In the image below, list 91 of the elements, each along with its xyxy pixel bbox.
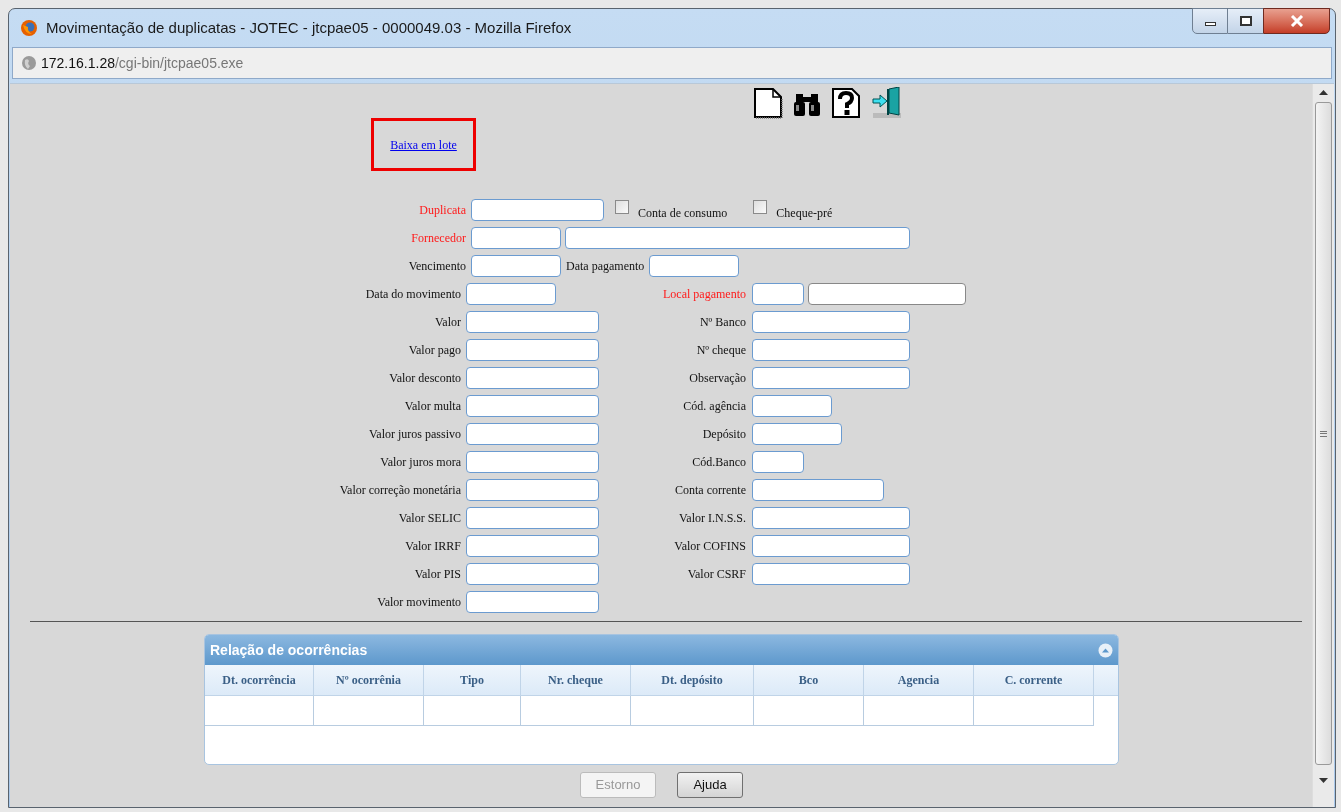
scrollbar[interactable] <box>1312 84 1334 807</box>
column-header: Agencia <box>864 665 974 695</box>
input-field[interactable] <box>808 283 966 305</box>
input-field[interactable] <box>466 563 599 585</box>
exit-door-icon[interactable] <box>871 87 903 119</box>
input-field[interactable] <box>752 479 884 501</box>
input-field[interactable] <box>752 535 910 557</box>
field-label: Valor CSRF <box>687 566 746 583</box>
scroll-thumb[interactable] <box>1315 102 1332 765</box>
field-label: Valor IRRF <box>405 538 461 555</box>
field-label: Valor juros mora <box>380 454 461 471</box>
input-field[interactable] <box>471 199 604 221</box>
collapse-icon[interactable] <box>1098 642 1113 658</box>
field-label: Data do movimento <box>365 286 461 303</box>
input-field[interactable] <box>466 591 599 613</box>
field-label: Valor juros passivo <box>369 426 461 443</box>
input-field[interactable] <box>466 451 599 473</box>
input-field[interactable] <box>752 507 910 529</box>
field-label: Conta corrente <box>675 482 746 499</box>
input-field[interactable] <box>752 423 842 445</box>
input-field[interactable] <box>752 339 910 361</box>
field-label: Nº cheque <box>696 342 746 359</box>
input-field[interactable] <box>752 367 910 389</box>
grip-icon <box>1320 430 1327 437</box>
close-button[interactable] <box>1263 8 1330 34</box>
address-text[interactable]: 172.16.1.28/cgi-bin/jtcpae05.exe <box>41 52 244 74</box>
minimize-icon <box>1204 22 1216 26</box>
checkbox-label: Conta de consumo <box>638 205 728 222</box>
input-field[interactable] <box>466 423 599 445</box>
field-label: Valor I.N.S.S. <box>679 510 746 527</box>
scroll-up-icon[interactable] <box>1319 90 1328 95</box>
field-label: Valor pago <box>408 342 461 359</box>
column-header: Bco <box>754 665 864 695</box>
checkbox[interactable] <box>753 200 768 214</box>
field-label: Valor SELIC <box>398 510 461 527</box>
input-field[interactable] <box>752 563 910 585</box>
field-label: Valor movimento <box>377 594 461 611</box>
column-header: Nr. cheque <box>521 665 631 695</box>
input-field[interactable] <box>466 535 599 557</box>
field-label: Valor desconto <box>389 370 461 387</box>
input-field[interactable] <box>471 255 561 277</box>
maximize-icon <box>1239 16 1252 26</box>
field-label: Local pagamento <box>663 286 746 303</box>
field-label: Valor multa <box>404 398 461 415</box>
checkbox-label: Cheque-pré <box>776 205 833 222</box>
close-icon <box>1289 15 1304 27</box>
scroll-down-icon[interactable] <box>1319 778 1328 783</box>
input-field[interactable] <box>466 311 599 333</box>
column-header: C. corrente <box>974 665 1094 695</box>
field-label: Valor COFINS <box>674 538 746 555</box>
input-field[interactable] <box>466 395 599 417</box>
checkbox[interactable] <box>615 200 629 214</box>
maximize-button[interactable] <box>1228 8 1263 34</box>
field-label: Nº Banco <box>699 314 746 331</box>
input-field[interactable] <box>466 283 556 305</box>
input-field[interactable] <box>466 367 599 389</box>
input-field[interactable] <box>752 283 804 305</box>
input-field[interactable] <box>649 255 740 277</box>
field-label: Valor PIS <box>414 566 461 583</box>
input-field[interactable] <box>565 227 910 249</box>
field-label: Vencimento <box>408 258 466 275</box>
window-title: Movimentação de duplicatas - JOTEC - jtcpae05 - 0000049.03 - Mozilla Firefox <box>46 17 572 38</box>
binoculars-icon[interactable] <box>793 91 821 117</box>
input-field[interactable] <box>471 227 561 249</box>
firefox-icon <box>20 19 38 37</box>
input-field[interactable] <box>466 339 599 361</box>
panel-title: Relação de ocorrências <box>210 640 368 660</box>
globe-icon <box>21 55 37 71</box>
input-field[interactable] <box>752 311 910 333</box>
field-label: Cód. agência <box>683 398 746 415</box>
help-icon[interactable] <box>831 87 861 119</box>
column-header: Dt. depósito <box>631 665 754 695</box>
column-header: Tipo <box>424 665 521 695</box>
field-label: Cód.Banco <box>692 454 746 471</box>
field-label: Valor correção monetária <box>339 482 461 499</box>
field-label: Duplicata <box>419 202 466 219</box>
batch-write-off-link[interactable]: Baixa em lote <box>390 135 457 154</box>
new-document-icon[interactable] <box>753 87 783 119</box>
input-field[interactable] <box>466 479 599 501</box>
input-field[interactable] <box>466 507 599 529</box>
field-label: Valor <box>435 314 461 331</box>
field-label: Data pagamento <box>566 258 645 275</box>
column-header: Dt. ocorrência <box>205 665 314 695</box>
column-header: Nº ocorrênia <box>314 665 424 695</box>
input-field[interactable] <box>752 395 832 417</box>
dialog-button[interactable]: Ajuda <box>677 772 743 798</box>
input-field[interactable] <box>752 451 804 473</box>
field-label: Observação <box>689 370 746 387</box>
field-label: Depósito <box>702 426 746 443</box>
minimize-button[interactable] <box>1192 8 1228 34</box>
field-label: Fornecedor <box>411 230 466 247</box>
